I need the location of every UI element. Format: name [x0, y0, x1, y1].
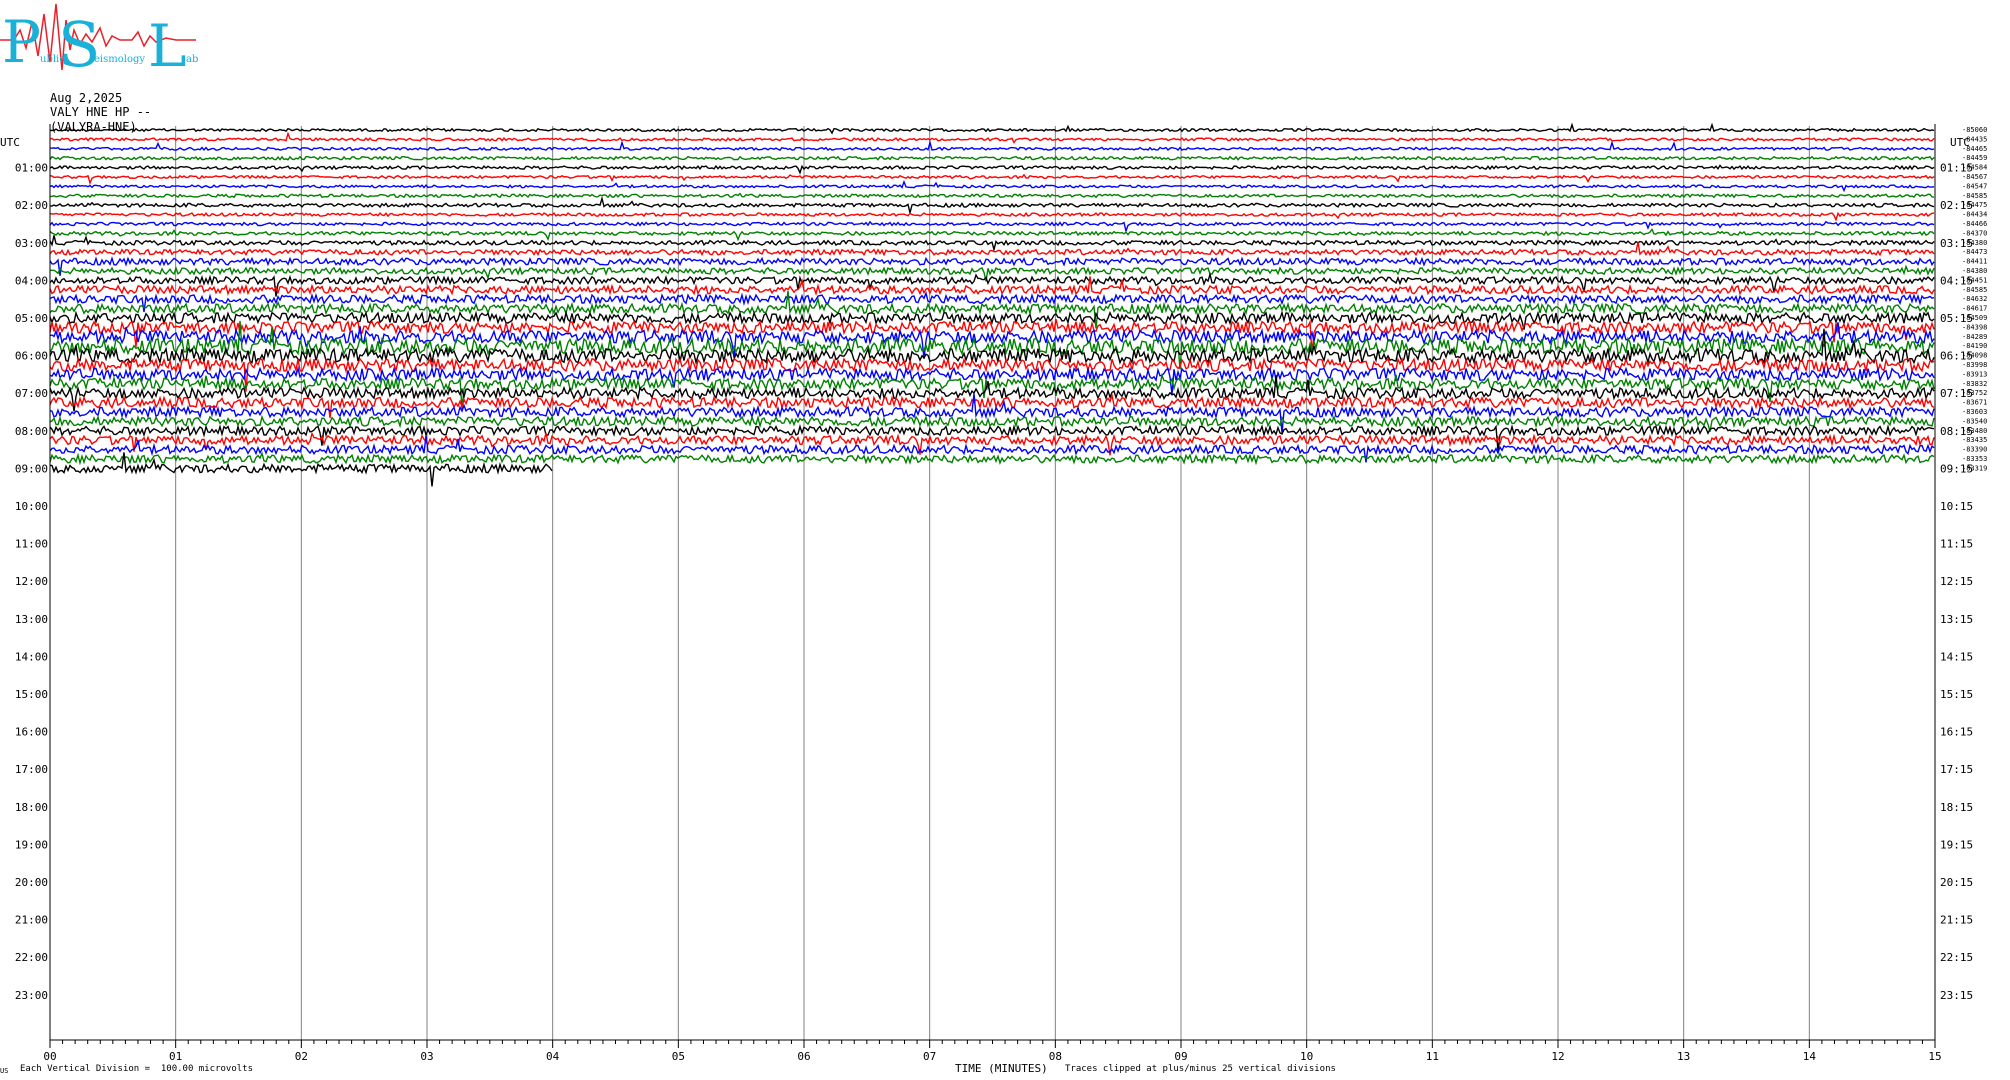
seismic-trace: [49, 164, 1935, 175]
right-hour-label: 23:15: [1940, 989, 1973, 1002]
seismic-trace: [49, 122, 1935, 135]
left-hour-label: 12:00: [15, 575, 48, 588]
right-hour-label: 11:15: [1940, 538, 1973, 551]
x-tick-label: 09: [1174, 1050, 1187, 1063]
seismic-trace: [49, 375, 1935, 412]
left-hour-label: 04:00: [15, 274, 48, 287]
x-tick-label: 11: [1426, 1050, 1439, 1063]
left-hour-label: 11:00: [15, 538, 48, 551]
trace-offset-label: -84547: [1962, 182, 1987, 190]
x-tick-label: 10: [1300, 1050, 1313, 1063]
seismic-trace: [49, 155, 1935, 161]
right-hour-label: 17:15: [1940, 763, 1973, 776]
trace-offset-label: -83913: [1962, 370, 1987, 378]
left-hour-label: 08:00: [15, 425, 48, 438]
right-hour-label: 01:15: [1940, 162, 1973, 175]
seismic-trace: [49, 276, 1935, 296]
seismic-trace: [49, 179, 1935, 193]
seismic-trace: [50, 264, 1935, 282]
footer-division-note: Each Vertical Division = 100.00 microvol…: [20, 1064, 253, 1074]
footer-clip-note: Traces clipped at plus/minus 25 vertical…: [1065, 1064, 1336, 1074]
seismic-trace: [49, 131, 1935, 144]
left-hour-label: 18:00: [15, 801, 48, 814]
left-hour-label: 23:00: [15, 989, 48, 1002]
left-hour-label: 05:00: [15, 312, 48, 325]
x-tick-label: 05: [672, 1050, 685, 1063]
trace-offset-label: -83390: [1962, 446, 1987, 454]
left-hour-label: 21:00: [15, 914, 48, 927]
left-hour-label: 03:00: [15, 237, 48, 250]
seismic-trace: [49, 192, 1935, 199]
right-hour-label: 18:15: [1940, 801, 1973, 814]
x-tick-label: 01: [169, 1050, 182, 1063]
right-hour-label: 10:15: [1940, 500, 1973, 513]
right-hour-label: 22:15: [1940, 951, 1973, 964]
right-hour-label: 19:15: [1940, 838, 1973, 851]
x-tick-label: 00: [43, 1050, 56, 1063]
left-hour-label: 13:00: [15, 613, 48, 626]
right-hour-label: 09:15: [1940, 462, 1973, 475]
right-hour-label: 08:15: [1940, 425, 1973, 438]
right-hour-label: 05:15: [1940, 312, 1973, 325]
left-hour-label: 09:00: [15, 462, 48, 475]
footer-left-mark: US: [0, 1067, 9, 1075]
x-tick-label: 03: [420, 1050, 433, 1063]
trace-offset-label: -84289: [1962, 333, 1987, 341]
right-hour-label: 12:15: [1940, 575, 1973, 588]
trace-offset-label: -85060: [1962, 126, 1987, 134]
chart-labels: -85060-84435-84465-84459-84584-84567-845…: [0, 126, 1987, 1075]
trace-offset-label: -83603: [1962, 408, 1987, 416]
left-hour-label: 20:00: [15, 876, 48, 889]
left-hour-label: 10:00: [15, 500, 48, 513]
seismic-trace: [49, 256, 1935, 276]
trace-offset-label: -84632: [1962, 295, 1987, 303]
x-tick-label: 12: [1551, 1050, 1564, 1063]
left-hour-label: 07:00: [15, 387, 48, 400]
left-hour-label: 15:00: [15, 688, 48, 701]
right-hour-label: 02:15: [1940, 199, 1973, 212]
left-hour-label: 01:00: [15, 162, 48, 175]
left-hour-label: 14:00: [15, 650, 48, 663]
left-hour-label: 06:00: [15, 350, 48, 363]
right-axis-label: UTC: [1950, 136, 1970, 149]
seismic-trace: [49, 173, 1935, 186]
left-hour-label: 17:00: [15, 763, 48, 776]
right-hour-label: 07:15: [1940, 387, 1973, 400]
right-hour-label: 06:15: [1940, 350, 1973, 363]
right-hour-label: 16:15: [1940, 726, 1973, 739]
right-hour-label: 15:15: [1940, 688, 1973, 701]
x-tick-label: 13: [1677, 1050, 1690, 1063]
trace-offset-label: -84466: [1962, 220, 1987, 228]
left-hour-label: 02:00: [15, 199, 48, 212]
seismic-traces: [49, 122, 1935, 487]
seismic-trace: [49, 228, 1935, 242]
right-hour-label: 04:15: [1940, 274, 1973, 287]
left-hour-label: 19:00: [15, 838, 48, 851]
trace-offset-label: -84411: [1962, 258, 1987, 266]
seismic-trace: [49, 451, 1935, 466]
seismic-trace: [49, 235, 1935, 253]
seismic-trace: [49, 195, 1935, 213]
right-hour-label: 21:15: [1940, 914, 1973, 927]
left-hour-label: 16:00: [15, 726, 48, 739]
x-tick-label: 14: [1803, 1050, 1817, 1063]
x-tick-label: 15: [1928, 1050, 1941, 1063]
x-tick-label: 02: [295, 1050, 308, 1063]
x-tick-label: 07: [923, 1050, 936, 1063]
x-tick-label: 04: [546, 1050, 560, 1063]
x-axis-title: TIME (MINUTES): [955, 1062, 1048, 1075]
x-tick-label: 06: [797, 1050, 810, 1063]
seismic-trace: [49, 392, 1935, 419]
right-hour-label: 13:15: [1940, 613, 1973, 626]
seismic-trace: [49, 211, 1935, 222]
right-hour-label: 20:15: [1940, 876, 1973, 889]
right-hour-label: 03:15: [1940, 237, 1973, 250]
helicorder-chart: -85060-84435-84465-84459-84584-84567-845…: [0, 122, 1987, 1075]
left-hour-label: 22:00: [15, 951, 48, 964]
right-hour-label: 14:15: [1940, 650, 1973, 663]
x-tick-label: 08: [1049, 1050, 1062, 1063]
left-axis-label: UTC: [0, 136, 20, 149]
seismic-trace: [49, 139, 1935, 152]
